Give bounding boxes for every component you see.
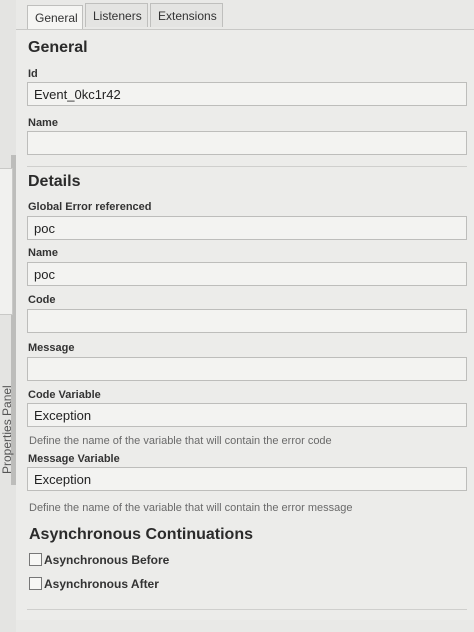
global-error-label: Global Error referenced [28, 201, 152, 213]
code-variable-hint: Define the name of the variable that wil… [29, 435, 332, 447]
message-input[interactable] [27, 357, 467, 381]
message-variable-input[interactable]: Exception [27, 467, 467, 491]
message-variable-hint: Define the name of the variable that wil… [29, 502, 353, 514]
properties-panel-toggle[interactable]: Properties Panel [0, 168, 14, 474]
async-after-label: Asynchronous After [44, 577, 159, 591]
name-input[interactable] [27, 131, 467, 155]
message-variable-label: Message Variable [28, 453, 120, 465]
async-after-row[interactable]: Asynchronous After [29, 577, 159, 591]
code-variable-label: Code Variable [28, 389, 101, 401]
id-input[interactable]: Event_0kc1r42 [27, 82, 467, 106]
code-input[interactable] [27, 309, 467, 333]
tab-listeners[interactable]: Listeners [85, 3, 148, 27]
id-label: Id [28, 68, 38, 80]
async-before-checkbox[interactable] [29, 553, 42, 566]
tab-extensions[interactable]: Extensions [150, 3, 223, 27]
message-label: Message [28, 342, 75, 354]
properties-panel: General Id Event_0kc1r42 Name Details Gl… [16, 29, 474, 620]
properties-panel-toggle-label: Properties Panel [0, 385, 14, 474]
tab-general[interactable]: General [27, 5, 83, 30]
properties-panel-screen: Properties Panel General Listeners Exten… [0, 0, 474, 632]
error-name-input[interactable]: poc [27, 262, 467, 286]
code-variable-input[interactable]: Exception [27, 403, 467, 427]
async-after-checkbox[interactable] [29, 577, 42, 590]
name-label: Name [28, 117, 58, 129]
details-section-title: Details [28, 173, 81, 190]
section-divider [27, 166, 467, 167]
code-label: Code [28, 294, 56, 306]
async-before-label: Asynchronous Before [44, 553, 170, 567]
general-section-title: General [28, 39, 88, 56]
bottom-divider [27, 609, 467, 610]
global-error-select[interactable]: poc [27, 216, 467, 240]
async-before-row[interactable]: Asynchronous Before [29, 553, 169, 567]
error-name-label: Name [28, 247, 58, 259]
async-section-title: Asynchronous Continuations [29, 526, 253, 543]
